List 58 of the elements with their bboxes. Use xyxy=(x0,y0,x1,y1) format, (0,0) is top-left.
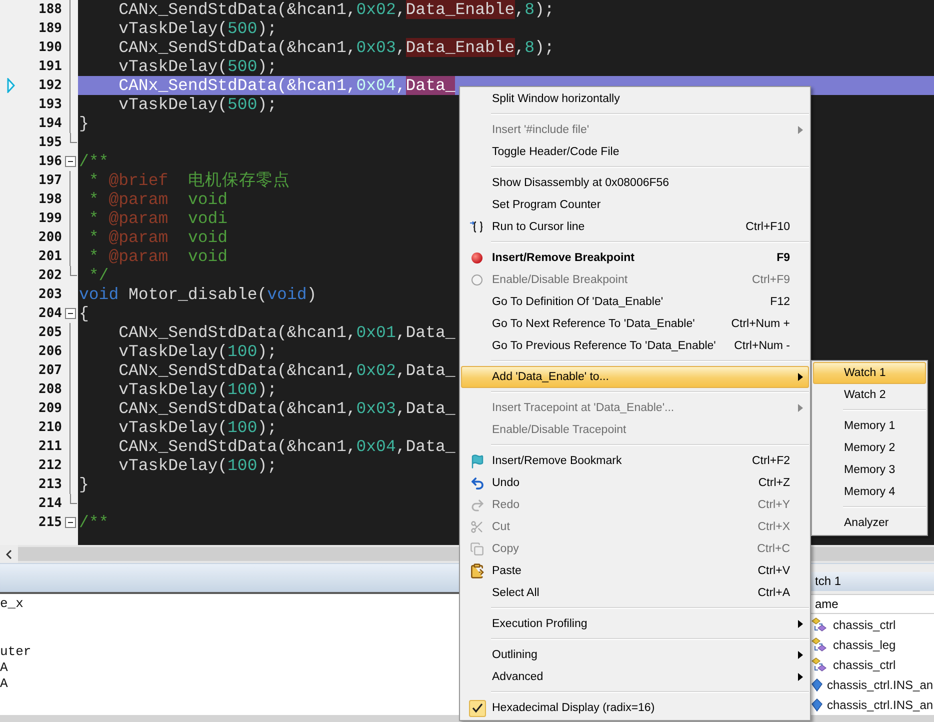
output-line: A xyxy=(0,660,8,676)
code-line: * @param vodi xyxy=(88,209,228,228)
code-line: { xyxy=(79,304,89,323)
line-number: 205 xyxy=(38,324,62,342)
line-number: 209 xyxy=(38,400,62,418)
code-line: CANx_SendStdData(&hcan1,0x04,Data_ xyxy=(118,76,456,95)
line-number: 207 xyxy=(38,362,62,380)
output-line: uter xyxy=(0,644,32,660)
code-line: CANx_SendStdData(&hcan1,0x03,Data_Enable,8); xyxy=(118,38,554,57)
line-number: 193 xyxy=(38,96,62,114)
line-number: 199 xyxy=(38,210,62,228)
code-line: /** xyxy=(79,152,109,171)
line-number: 200 xyxy=(38,229,62,247)
line-number: 215 xyxy=(38,514,62,532)
code-line: CANx_SendStdData(&hcan1,0x02,Data_ xyxy=(118,361,456,380)
line-number: 198 xyxy=(38,191,62,209)
code-line: * @param void xyxy=(88,228,228,247)
line-number: 202 xyxy=(38,267,62,285)
line-number: 194 xyxy=(38,115,62,133)
line-number: 213 xyxy=(38,476,62,494)
output-line: e_x xyxy=(0,596,24,612)
code-line: vTaskDelay(500); xyxy=(118,19,278,38)
code-line: CANx_SendStdData(&hcan1,0x02,Data_Enable,8); xyxy=(118,0,554,19)
line-number: 214 xyxy=(38,495,62,513)
line-number: 206 xyxy=(38,343,62,361)
line-number: 210 xyxy=(38,419,62,437)
line-number: 196 xyxy=(38,153,62,171)
line-number: 189 xyxy=(38,20,62,38)
line-number: 203 xyxy=(38,286,62,304)
code-line: CANx_SendStdData(&hcan1,0x04,Data_ xyxy=(118,437,456,456)
code-line: vTaskDelay(100); xyxy=(118,418,278,437)
line-number: 188 xyxy=(38,1,62,19)
code-line: vTaskDelay(500); xyxy=(118,57,278,76)
code-line: void Motor_disable(void) xyxy=(79,285,317,304)
line-number: 211 xyxy=(38,438,62,456)
code-line: /** xyxy=(79,513,109,532)
code-line: } xyxy=(79,114,89,133)
line-number: 197 xyxy=(38,172,62,190)
code-line: CANx_SendStdData(&hcan1,0x01,Data_ xyxy=(118,323,456,342)
code-line: vTaskDelay(500); xyxy=(118,95,278,114)
code-line: * @param void xyxy=(88,190,228,209)
line-number: 201 xyxy=(38,248,62,266)
line-number: 212 xyxy=(38,457,62,475)
code-line: * @brief 电机保存零点 xyxy=(88,171,290,190)
code-line: CANx_SendStdData(&hcan1,0x03,Data_ xyxy=(118,399,456,418)
line-number: 195 xyxy=(38,134,62,152)
line-number: 190 xyxy=(38,39,62,57)
code-line: } xyxy=(79,475,89,494)
code-line: vTaskDelay(100); xyxy=(118,380,278,399)
code-line: */ xyxy=(88,266,109,285)
line-number: 192 xyxy=(38,77,62,95)
output-line: A xyxy=(0,676,8,692)
line-number: 191 xyxy=(38,58,62,76)
code-line: vTaskDelay(100); xyxy=(118,456,278,475)
code-line: vTaskDelay(100); xyxy=(118,342,278,361)
line-number: 204 xyxy=(38,305,62,323)
code-line: * @param void xyxy=(88,247,228,266)
line-number: 208 xyxy=(38,381,62,399)
